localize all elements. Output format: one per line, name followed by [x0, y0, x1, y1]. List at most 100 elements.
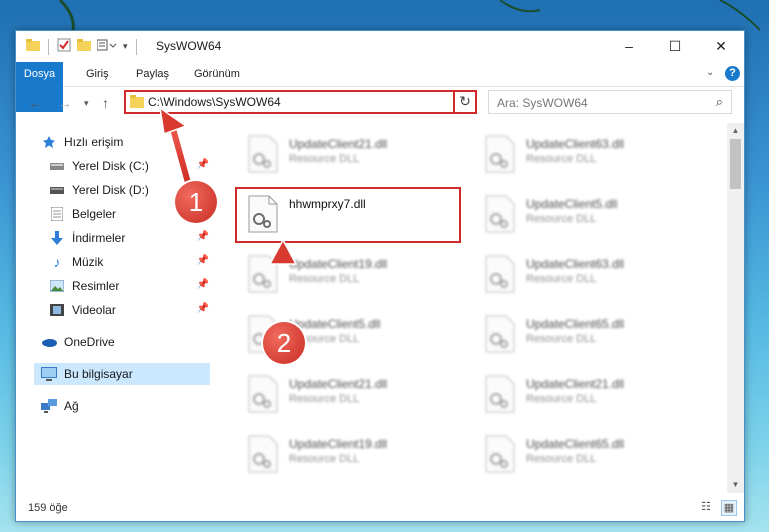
folder-icon [130, 95, 144, 111]
file-type: Resource DLL [289, 453, 360, 465]
pin-icon: 📌 [196, 231, 209, 242]
toolbar-divider [48, 38, 49, 55]
back-arrow-icon[interactable]: ← [28, 95, 42, 111]
sidebar-item-label: OneDrive [64, 335, 115, 349]
file-item[interactable]: UpdateClient19.dll Resource DLL [237, 249, 467, 299]
dll-file-icon [484, 435, 516, 473]
highlight-box [235, 187, 461, 243]
sidebar-item-this-pc[interactable]: Bu bilgisayar [34, 363, 210, 385]
cloud-icon [41, 334, 57, 350]
sidebar-item-label: Videolar [72, 303, 116, 317]
large-icons-view-icon[interactable]: ▦ [721, 500, 737, 516]
sidebar-item-onedrive[interactable]: OneDrive [41, 331, 115, 353]
file-type: Resource DLL [526, 213, 597, 225]
details-view-icon[interactable]: ☷ [699, 500, 713, 514]
sidebar-item-pictures[interactable]: Resimler 📌 [49, 275, 209, 297]
customize-icon[interactable] [96, 39, 117, 54]
sidebar-item-quick-access[interactable]: Hızlı erişim [41, 131, 123, 153]
vertical-scrollbar[interactable]: ▲ ▼ [727, 123, 744, 493]
recent-locations-icon[interactable]: ▾ [84, 98, 89, 109]
file-item[interactable]: UpdateClient21.dll Resource DLL [237, 369, 467, 419]
sidebar-item-label: Yerel Disk (D:) [72, 183, 149, 197]
item-count: 159 öğe [28, 502, 68, 514]
file-type: Resource DLL [289, 273, 360, 285]
sidebar-item-network[interactable]: Ağ [41, 395, 79, 417]
dll-file-icon [484, 195, 516, 233]
toolbar-divider [135, 38, 137, 55]
address-bar[interactable]: C:\Windows\SysWOW64 ⌄ [124, 90, 474, 114]
dll-file-icon [247, 375, 279, 413]
file-name: UpdateClient5.dll [526, 197, 618, 211]
chevron-down-icon[interactable]: ▾ [123, 41, 128, 52]
file-name: UpdateClient63.dll [526, 137, 625, 151]
videos-icon [49, 302, 65, 318]
scroll-up-icon[interactable]: ▲ [727, 123, 744, 139]
dll-file-icon [484, 255, 516, 293]
explorer-window: ▾ SysWOW64 – ☐ ✕ Dosya Giriş Paylaş Görü… [15, 30, 745, 522]
sidebar-item-label: Yerel Disk (C:) [72, 159, 149, 173]
minimize-button[interactable]: – [606, 31, 652, 61]
sidebar-item-label: Bu bilgisayar [64, 367, 133, 381]
sidebar-item-label: Ağ [64, 399, 79, 413]
file-type: Resource DLL [289, 393, 360, 405]
file-type: Resource DLL [526, 393, 597, 405]
sidebar-item-label: Hızlı erişim [64, 135, 124, 149]
pin-icon: 📌 [196, 255, 209, 266]
file-name: UpdateClient65.dll [526, 317, 625, 331]
file-list: UpdateClient21.dll Resource DLL UpdateCl… [212, 123, 727, 493]
expand-ribbon-icon[interactable]: ⌄ [706, 67, 714, 78]
sidebar-item-videos[interactable]: Videolar 📌 [49, 299, 209, 321]
sidebar-item-downloads[interactable]: İndirmeler 📌 [49, 227, 209, 249]
file-item[interactable]: UpdateClient63.dll Resource DLL [474, 129, 704, 179]
tab-share[interactable]: Paylaş [126, 62, 179, 86]
status-bar: 159 öğe ☷ ▦ [16, 496, 744, 520]
close-button[interactable]: ✕ [698, 31, 744, 61]
scrollbar-thumb[interactable] [730, 139, 741, 189]
refresh-button[interactable]: ↻ [453, 90, 477, 114]
network-icon [41, 398, 57, 414]
step-badge-2: 2 [263, 322, 305, 364]
download-icon [49, 230, 65, 246]
drive-icon [49, 182, 65, 198]
file-name: UpdateClient21.dll [526, 377, 625, 391]
file-item[interactable]: UpdateClient65.dll Resource DLL [474, 429, 704, 479]
file-type: Resource DLL [526, 453, 597, 465]
file-name: UpdateClient5.dll [289, 317, 381, 331]
file-item[interactable]: UpdateClient21.dll Resource DLL [237, 129, 467, 179]
sidebar-item-label: Belgeler [72, 207, 117, 221]
file-type: Resource DLL [526, 153, 597, 165]
tab-view[interactable]: Görünüm [184, 62, 250, 86]
sidebar-item-label: Müzik [72, 255, 104, 269]
file-item[interactable]: UpdateClient21.dll Resource DLL [474, 369, 704, 419]
music-icon: ♪ [53, 254, 61, 270]
file-item[interactable]: UpdateClient5.dll Resource DLL [474, 189, 704, 239]
sidebar-item-local-disk-d[interactable]: Yerel Disk (D:) [49, 179, 149, 201]
properties-icon[interactable] [57, 38, 71, 55]
dll-file-icon [484, 375, 516, 413]
tab-home[interactable]: Giriş [76, 62, 119, 86]
up-arrow-icon[interactable]: ↑ [102, 95, 109, 111]
scroll-down-icon[interactable]: ▼ [727, 477, 744, 493]
sidebar-item-music[interactable]: ♪ Müzik 📌 [49, 251, 210, 273]
forward-arrow-icon[interactable]: → [58, 95, 72, 111]
sidebar-item-local-disk-c[interactable]: Yerel Disk (C:) 📌 [49, 155, 209, 177]
address-path: C:\Windows\SysWOW64 [148, 95, 281, 109]
file-name: UpdateClient19.dll [289, 257, 388, 271]
address-row: ← → ▾ ↑ C:\Windows\SysWOW64 ⌄ ↻ Ara: Sys… [16, 87, 744, 121]
file-name: UpdateClient63.dll [526, 257, 625, 271]
file-item[interactable]: UpdateClient63.dll Resource DLL [474, 249, 704, 299]
window-title: SysWOW64 [156, 39, 222, 53]
quick-access-toolbar: ▾ [26, 38, 139, 55]
search-input[interactable]: Ara: SysWOW64 ⌕ [488, 90, 732, 114]
new-folder-icon[interactable] [77, 39, 91, 54]
dll-file-icon [247, 135, 279, 173]
maximize-button[interactable]: ☐ [652, 31, 698, 61]
file-item[interactable]: UpdateClient19.dll Resource DLL [237, 429, 467, 479]
help-icon[interactable]: ? [725, 66, 740, 81]
navigation-pane: Hızlı erişim Yerel Disk (C:) 📌 Yerel Dis… [16, 123, 211, 493]
search-icon: ⌕ [715, 94, 723, 109]
dll-file-icon [484, 135, 516, 173]
pin-icon: 📌 [196, 159, 209, 170]
sidebar-item-label: İndirmeler [72, 231, 126, 245]
file-item[interactable]: UpdateClient65.dll Resource DLL [474, 309, 704, 359]
